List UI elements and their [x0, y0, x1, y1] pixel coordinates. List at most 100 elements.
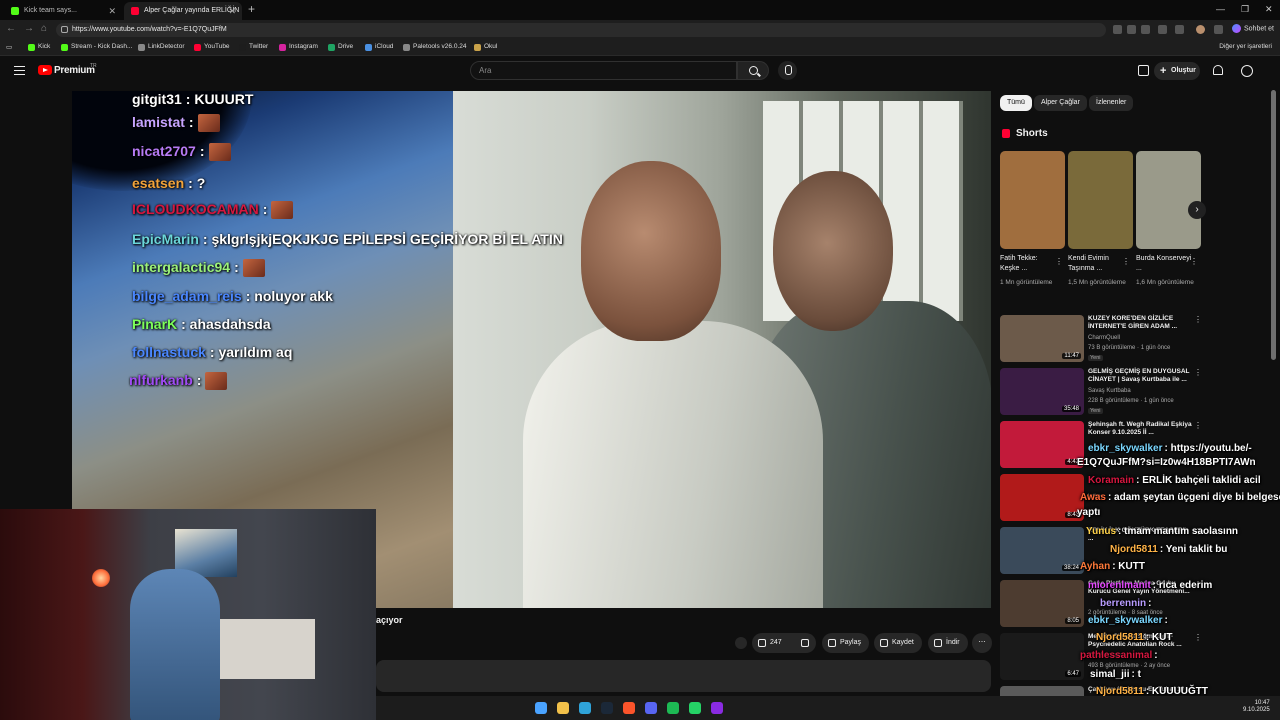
bookmark-twitter[interactable]: Twitter	[239, 43, 268, 51]
more-options-icon[interactable]: ⋮	[1190, 257, 1198, 266]
more-options-icon[interactable]: ⋮	[1194, 633, 1202, 642]
video-thumbnail[interactable]: 8:05	[1000, 580, 1084, 627]
dislike-button[interactable]	[795, 633, 817, 653]
youtube-logo-icon[interactable]	[38, 65, 52, 75]
tool-icon[interactable]	[711, 702, 723, 714]
hype-icon[interactable]	[735, 637, 747, 649]
video-meta: 73 B görüntüleme · 1 gün önce	[1088, 345, 1171, 351]
save-icon	[880, 639, 888, 647]
close-icon[interactable]: ✕	[228, 2, 236, 20]
chip-alper-caglar[interactable]: Alper Çağlar	[1034, 95, 1087, 111]
youtube-premium-wordmark[interactable]: Premium	[54, 65, 95, 76]
home-icon[interactable]: ⌂	[41, 23, 47, 34]
more-options-icon[interactable]: ⋮	[1194, 421, 1202, 430]
chat-button[interactable]: Sohbet et	[1232, 24, 1274, 33]
notifications-bell-icon[interactable]	[1213, 65, 1223, 75]
tab-kick[interactable]: Kick team says... ✕	[4, 2, 122, 20]
search-button[interactable]	[737, 61, 769, 80]
channel-name[interactable]: Savaş Kurtbaba	[1088, 388, 1131, 394]
video-thumbnail[interactable]: 8:43	[1000, 474, 1084, 521]
save-button[interactable]: Kaydet	[874, 633, 922, 653]
voice-search-icon[interactable]	[778, 61, 797, 80]
favorite-icon[interactable]	[1141, 25, 1150, 34]
create-button[interactable]: + Oluştur	[1154, 62, 1200, 80]
discord-icon[interactable]	[645, 702, 657, 714]
menu-icon[interactable]	[1214, 25, 1223, 34]
related-video[interactable]: 11:47 KUZEY KORE'DEN GİZLİCE İNTERNET'E …	[1000, 315, 1202, 365]
folder-icon	[474, 44, 481, 51]
short-thumbnail[interactable]	[1000, 151, 1065, 249]
profile-avatar[interactable]	[1196, 25, 1205, 34]
short-thumbnail[interactable]	[1136, 151, 1201, 249]
video-thumbnail[interactable]: 6:47	[1000, 633, 1084, 680]
video-thumbnail[interactable]: 35:48	[1000, 368, 1084, 415]
short-title[interactable]: Kendi Evimin Taşınma ...	[1068, 254, 1124, 274]
video-title[interactable]: Şehinşah ft. Wegh Radikal Eşkiya Konser …	[1088, 421, 1192, 437]
channel-name[interactable]: CharmQuell	[1088, 335, 1120, 341]
more-actions-icon[interactable]: ⋯	[972, 633, 992, 653]
video-thumbnail[interactable]: 11:47	[1000, 315, 1084, 362]
description-box[interactable]	[376, 660, 991, 692]
share-button[interactable]: Paylaş	[822, 633, 870, 653]
short-title[interactable]: Fatih Tekke: Keşke ...	[1000, 254, 1056, 274]
more-options-icon[interactable]: ⋮	[1055, 257, 1063, 266]
tab-label: Kick team says...	[24, 7, 77, 14]
account-avatar[interactable]	[1241, 65, 1253, 77]
back-icon[interactable]: ←	[6, 23, 16, 34]
url-bar[interactable]: https://www.youtube.com/watch?v=-E1Q7QuJ…	[56, 23, 1106, 37]
whatsapp-icon[interactable]	[689, 702, 701, 714]
scrollbar[interactable]	[1271, 90, 1276, 360]
windows-start-icon[interactable]	[535, 702, 547, 714]
video-title[interactable]: GELMİŞ GEÇMİŞ EN DUYGUSAL CİNAYET | Sava…	[1088, 368, 1192, 384]
edge-icon[interactable]	[579, 702, 591, 714]
bookmark-icloud[interactable]: iCloud	[365, 43, 393, 51]
explorer-icon[interactable]	[557, 702, 569, 714]
bookmark-kick[interactable]: Kick	[28, 43, 50, 51]
shorts-next-icon[interactable]: ›	[1188, 201, 1206, 219]
short-thumbnail[interactable]	[1068, 151, 1133, 249]
extension-icon[interactable]	[1127, 25, 1136, 34]
more-options-icon[interactable]: ⋮	[1194, 368, 1202, 377]
close-window-icon[interactable]: ✕	[1265, 4, 1273, 15]
maximize-icon[interactable]: ❐	[1241, 4, 1249, 15]
more-options-icon[interactable]: ⋮	[1122, 257, 1130, 266]
refresh-extension-icon[interactable]	[1158, 25, 1167, 34]
bookmark-drive[interactable]: Drive	[328, 43, 354, 51]
create-label: Oluştur	[1171, 67, 1196, 74]
other-bookmarks[interactable]: Diğer yer işaretleri	[1219, 43, 1272, 50]
video-title[interactable]: KUZEY KORE'DEN GİZLİCE İNTERNET'E GİREN …	[1088, 315, 1192, 331]
hamburger-menu-icon[interactable]	[14, 66, 25, 75]
chip-all[interactable]: Tümü	[1000, 95, 1032, 111]
site-info-icon[interactable]	[61, 26, 68, 33]
kick-icon	[11, 7, 19, 15]
tab-youtube[interactable]: Alper Çağlar yayında ERLİĞİN ✕	[124, 2, 242, 20]
bookmark-label: Drive	[338, 43, 354, 50]
video-thumbnail[interactable]: 4:42	[1000, 421, 1084, 468]
steam-icon[interactable]	[601, 702, 613, 714]
extension-icon[interactable]	[1175, 25, 1184, 34]
bookmark-instagram[interactable]: Instagram	[279, 43, 318, 51]
chat-username: Njord5811	[1096, 632, 1144, 643]
related-video[interactable]: 35:48 GELMİŞ GEÇMİŞ EN DUYGUSAL CİNAYET …	[1000, 368, 1202, 418]
brave-icon[interactable]	[623, 702, 635, 714]
bookmark-linkdetector[interactable]: LinkDetector	[138, 43, 185, 51]
chip-watched[interactable]: İzlenenler	[1089, 95, 1134, 111]
new-tab-button[interactable]: +	[248, 2, 255, 16]
video-thumbnail[interactable]: 38:24	[1000, 527, 1084, 574]
bookmark-youtube[interactable]: YouTube	[194, 43, 230, 51]
search-input[interactable]: Ara	[470, 61, 737, 80]
short-title[interactable]: Burda Konserveyi ...	[1136, 254, 1192, 274]
apps-icon[interactable]: ▭	[6, 43, 12, 51]
more-options-icon[interactable]: ⋮	[1194, 315, 1202, 324]
chat-button-label: Sohbet et	[1244, 25, 1274, 33]
bookmark-okul[interactable]: Okul	[474, 43, 497, 51]
spotify-icon[interactable]	[667, 702, 679, 714]
cast-icon[interactable]	[1138, 65, 1149, 76]
extension-icon[interactable]	[1113, 25, 1122, 34]
bookmark-paletools[interactable]: Paletools v26.0.24	[403, 43, 466, 51]
bookmark-stream[interactable]: Stream - Kick Dash...	[61, 43, 132, 51]
download-button[interactable]: İndir	[928, 633, 968, 653]
forward-icon[interactable]: →	[24, 23, 34, 34]
close-icon[interactable]: ✕	[108, 2, 116, 20]
minimize-icon[interactable]: —	[1216, 4, 1225, 14]
